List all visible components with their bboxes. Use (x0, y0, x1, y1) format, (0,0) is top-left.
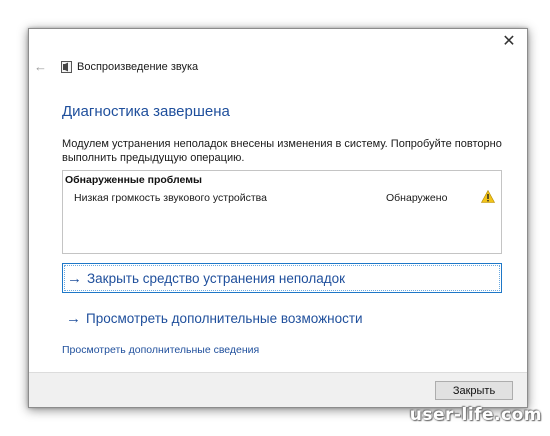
problems-list: Обнаруженные проблемы Низкая громкость з… (62, 170, 502, 254)
window-title: Воспроизведение звука (77, 61, 199, 73)
problems-header: Обнаруженные проблемы (65, 174, 202, 186)
window-close-icon[interactable]: ✕ (501, 34, 517, 50)
more-options-label: Просмотреть дополнительные возможности (86, 310, 363, 326)
more-options-link[interactable]: → Просмотреть дополнительные возможности (62, 304, 363, 332)
close-troubleshooter-label: Закрыть средство устранения неполадок (87, 270, 346, 286)
result-message: Модулем устранения неполадок внесены изм… (62, 138, 502, 164)
close-button[interactable]: Закрыть (435, 381, 513, 400)
watermark-text: user-life.com (409, 405, 542, 425)
footer-bar: Закрыть (29, 372, 527, 407)
arrow-right-icon: → (67, 269, 82, 287)
problem-name: Низкая громкость звукового устройства (74, 192, 267, 204)
page-heading: Диагностика завершена (62, 103, 230, 120)
close-troubleshooter-link[interactable]: → Закрыть средство устранения неполадок (62, 263, 502, 293)
problem-row: Низкая громкость звукового устройства Об… (63, 189, 501, 207)
arrow-right-icon: → (66, 309, 81, 327)
troubleshooter-window: ✕ ← Воспроизведение звука Диагностика за… (28, 28, 528, 408)
warning-icon (481, 190, 495, 203)
problem-status: Обнаружено (386, 192, 448, 204)
speaker-app-icon (61, 61, 72, 73)
back-arrow-icon[interactable]: ← (34, 59, 47, 74)
more-details-link[interactable]: Просмотреть дополнительные сведения (62, 344, 259, 356)
